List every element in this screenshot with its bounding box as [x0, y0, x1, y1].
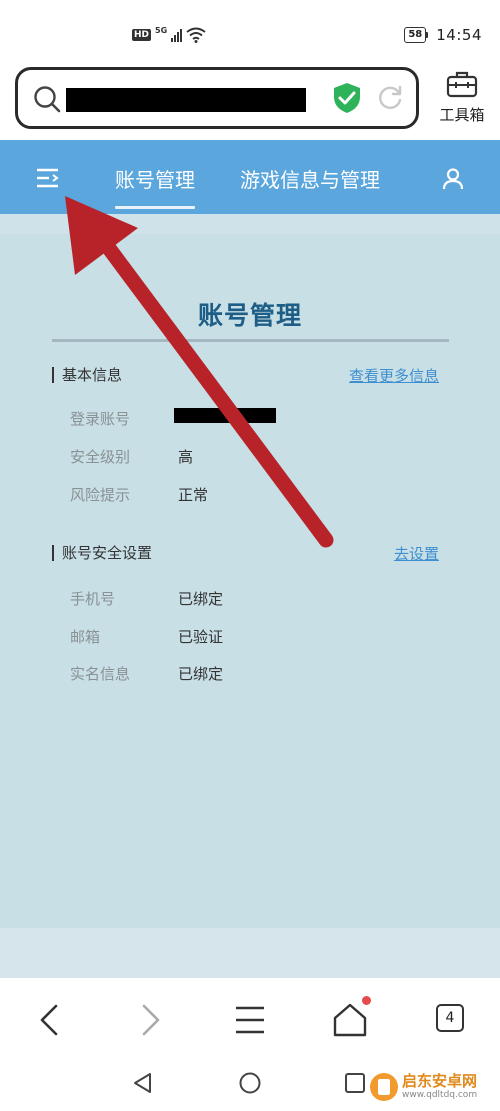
toolbox-icon: [446, 71, 478, 98]
url-redacted[interactable]: [66, 88, 306, 112]
signal-icon: [171, 28, 183, 42]
status-right: 58 14:54: [404, 26, 482, 44]
shield-check-icon[interactable]: [332, 82, 362, 114]
status-bar: HD 5G 58 14:54: [0, 0, 500, 62]
clock: 14:54: [436, 26, 482, 44]
watermark: 启东安卓网 www.qdltdq.com: [370, 1073, 477, 1101]
tab-account-management[interactable]: 账号管理: [115, 164, 195, 209]
wifi-icon: [186, 27, 206, 43]
forward-icon[interactable]: [130, 1000, 170, 1040]
reload-icon[interactable]: [376, 84, 404, 112]
risk-notice-label: 风险提示: [70, 486, 131, 504]
content-top-strip: [0, 214, 500, 234]
real-name-label: 实名信息: [70, 665, 131, 683]
email-status: 已验证: [178, 628, 224, 646]
tab-game-info[interactable]: 游戏信息与管理: [240, 164, 380, 193]
phone-label: 手机号: [70, 590, 116, 608]
android-recents-icon[interactable]: [343, 1071, 367, 1095]
risk-notice-value: 正常: [178, 486, 209, 504]
toolbox-button[interactable]: 工具箱: [436, 70, 488, 128]
menu-icon[interactable]: [36, 168, 60, 188]
home-icon[interactable]: [330, 1000, 370, 1040]
phone-status: 已绑定: [178, 590, 224, 608]
page-title: 账号管理: [197, 301, 302, 330]
email-label: 邮箱: [70, 628, 101, 646]
real-name-status: 已绑定: [178, 665, 224, 683]
go-settings-link[interactable]: 去设置: [394, 543, 439, 564]
security-level-label: 安全级别: [70, 448, 131, 466]
back-icon[interactable]: [30, 1000, 70, 1040]
android-home-icon[interactable]: [238, 1071, 262, 1095]
network-type: 5G: [155, 25, 168, 35]
address-bar[interactable]: [15, 67, 419, 129]
title-divider: [52, 339, 449, 342]
account-panel: 账号管理 基本信息 查看更多信息 登录账号 安全级别 高 风险提示 正常 账号安…: [0, 234, 500, 928]
watermark-logo: [370, 1073, 398, 1101]
android-back-icon[interactable]: [131, 1071, 155, 1095]
search-icon[interactable]: [32, 84, 62, 114]
content-bottom-strip: [0, 928, 500, 978]
site-nav: 账号管理 游戏信息与管理: [0, 140, 500, 214]
battery-level: 58: [404, 27, 427, 43]
status-icons: HD 5G: [132, 25, 206, 43]
menu-lines-icon[interactable]: [230, 1000, 270, 1040]
browser-bottom-bar: [0, 978, 500, 1058]
section-account-security: 账号安全设置: [52, 545, 152, 561]
view-more-info-link[interactable]: 查看更多信息: [349, 365, 439, 386]
section-basic-info: 基本信息: [52, 367, 122, 383]
login-account-redacted: [174, 408, 276, 423]
user-icon[interactable]: [442, 168, 464, 190]
notification-dot: [362, 996, 371, 1005]
hd-badge: HD: [132, 29, 152, 41]
battery-icon: 58: [404, 27, 429, 43]
tabs-icon[interactable]: 4: [436, 1004, 464, 1032]
login-account-label: 登录账号: [70, 410, 131, 428]
watermark-name: 启东安卓网: [402, 1072, 478, 1090]
watermark-url: www.qdltdq.com: [402, 1090, 478, 1100]
toolbox-label: 工具箱: [439, 106, 485, 124]
security-level-value: 高: [178, 448, 194, 466]
